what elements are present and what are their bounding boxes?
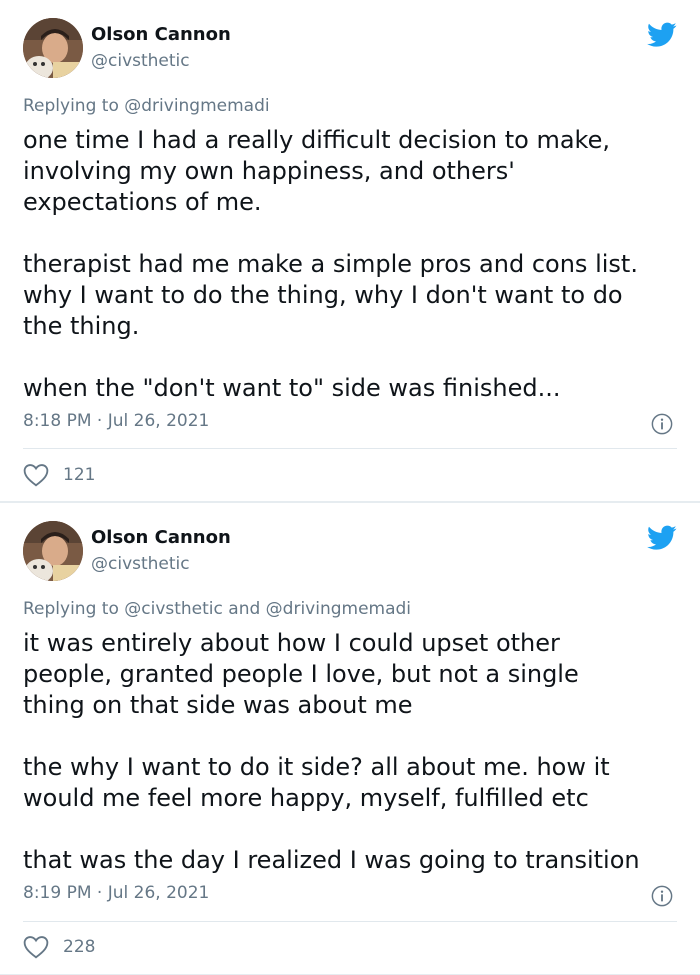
divider [23, 448, 677, 449]
info-icon[interactable] [651, 413, 673, 435]
like-count: 121 [63, 465, 96, 485]
tweet-text: one time I had a really difficult decisi… [23, 126, 638, 402]
author-handle[interactable]: @civsthetic [91, 51, 190, 71]
avatar-image [23, 521, 83, 581]
like-action[interactable]: 121 [23, 463, 95, 487]
replying-prefix: Replying to [23, 96, 125, 116]
tweet-timestamp[interactable]: 8:19 PM · Jul 26, 2021 [23, 883, 209, 903]
heart-icon[interactable] [23, 935, 49, 959]
tweet-text: it was entirely about how I could upset … [23, 629, 640, 874]
tweet-timestamp[interactable]: 8:18 PM · Jul 26, 2021 [23, 411, 209, 431]
info-icon[interactable] [651, 885, 673, 907]
avatar-image [23, 18, 83, 78]
like-action[interactable]: 228 [23, 935, 95, 959]
replying-to: Replying to @drivingmemadi [23, 96, 270, 116]
divider [23, 921, 677, 922]
like-count: 228 [63, 937, 96, 957]
tweet-card[interactable]: Olson Cannon @civsthetic Replying to @ci… [0, 502, 700, 975]
avatar[interactable] [23, 521, 83, 581]
mention-link[interactable]: @civsthetic and @drivingmemadi [124, 599, 411, 619]
avatar[interactable] [23, 18, 83, 78]
replying-to: Replying to @civsthetic and @drivingmema… [23, 599, 411, 619]
author-name[interactable]: Olson Cannon [91, 24, 231, 45]
author-name[interactable]: Olson Cannon [91, 527, 231, 548]
author-handle[interactable]: @civsthetic [91, 554, 190, 574]
twitter-bird-icon[interactable] [647, 22, 677, 48]
replying-prefix: Replying to [23, 599, 125, 619]
heart-icon[interactable] [23, 463, 49, 487]
tweet-card[interactable]: Olson Cannon @civsthetic Replying to @dr… [0, 0, 700, 502]
mention-link[interactable]: @drivingmemadi [124, 96, 269, 116]
twitter-bird-icon[interactable] [647, 525, 677, 551]
